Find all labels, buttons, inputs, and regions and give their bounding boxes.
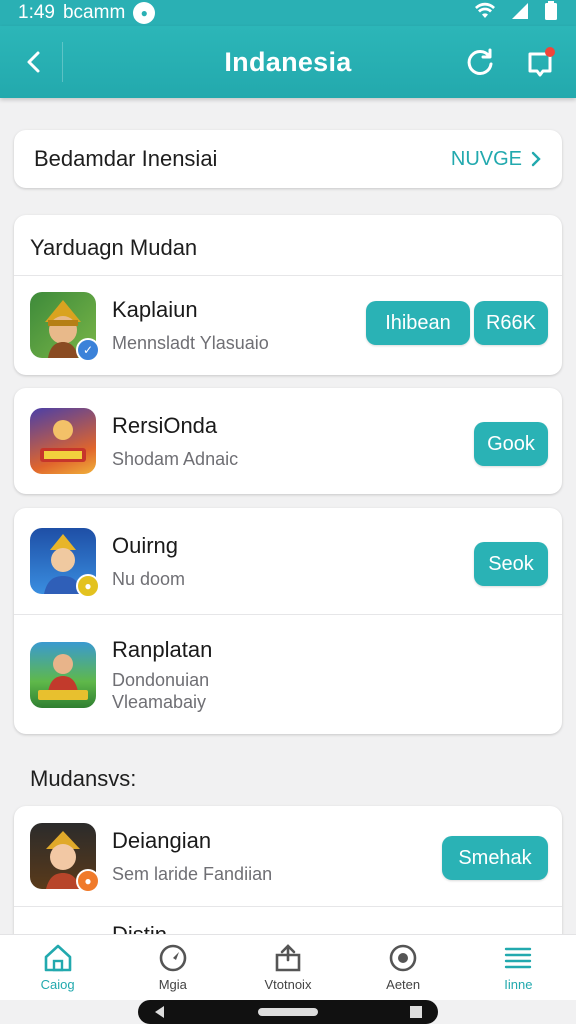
- refresh-icon[interactable]: [460, 42, 500, 82]
- system-nav-pill: [138, 1000, 438, 1024]
- game-thumbnail: ●: [30, 823, 100, 893]
- record-icon: [389, 944, 417, 972]
- banner-link[interactable]: NUVGE: [451, 148, 542, 171]
- system-recents-icon[interactable]: [408, 1004, 424, 1020]
- nav-item-explore[interactable]: Mgia: [123, 943, 223, 992]
- section-title-2: Mudansvs:: [30, 766, 137, 791]
- item-subtitle: Mennsladt Ylasuaio: [112, 332, 269, 353]
- nav-label: Mgia: [158, 977, 187, 992]
- item-name: Ouirng: [112, 532, 179, 558]
- app-bar: Indanesia: [0, 26, 576, 98]
- item-name: Distin: [112, 922, 167, 934]
- section-card-1: Yarduagn Mudan ✓ Kaplaiun Mennsladt Ylas…: [14, 215, 562, 375]
- item-name: Deiangian: [112, 827, 212, 853]
- app-bar-divider: [62, 42, 63, 82]
- system-home-handle[interactable]: [258, 1008, 318, 1016]
- status-bar: 1:49 bcamm ●: [0, 0, 576, 26]
- item-subtitle: Shodam Adnaic: [112, 448, 239, 469]
- upload-icon: [275, 944, 301, 972]
- game-thumbnail: [30, 408, 96, 474]
- list-item[interactable]: ✓ Kaplaiun Mennsladt Ylasuaio Ihibean R6…: [14, 275, 562, 375]
- status-carrier: bcamm: [62, 2, 126, 23]
- nav-item-menu[interactable]: Iinne: [468, 943, 568, 992]
- wifi-icon: [474, 2, 496, 25]
- list-item[interactable]: Distin: [14, 918, 562, 934]
- item-action-button[interactable]: Gook: [474, 422, 548, 466]
- list-item[interactable]: RersiOnda Shodam Adnaic Gook: [14, 391, 562, 491]
- region-banner[interactable]: Bedamdar Inensiai NUVGE: [14, 130, 562, 188]
- fighter-icon: [38, 654, 88, 700]
- game-thumbnail: ✓: [30, 292, 100, 362]
- list-card-2: RersiOnda Shodam Adnaic Gook: [14, 388, 562, 494]
- banner-text: Bedamdar Inensiai: [34, 146, 218, 171]
- status-time: 1:49: [18, 2, 55, 23]
- system-nav-bar: [0, 1000, 576, 1024]
- item-subtitle: Sem laride Fandiian: [112, 863, 273, 884]
- list-item[interactable]: Ranplatan Dondonuian Vleamabaiy: [14, 622, 562, 728]
- nav-label: Vtotnoix: [264, 977, 312, 992]
- nav-item-upload[interactable]: Vtotnoix: [238, 943, 338, 992]
- item-name: RersiOnda: [112, 412, 218, 438]
- badge-icon: ●: [76, 574, 100, 598]
- item-name: Ranplatan: [112, 637, 213, 662]
- item-action-button[interactable]: Smehak: [442, 836, 548, 880]
- item-secondary-button[interactable]: R66K: [474, 301, 548, 345]
- verified-badge-icon: ✓: [76, 338, 100, 362]
- content-scroll[interactable]: Bedamdar Inensiai NUVGE Yarduagn Mudan ✓…: [0, 98, 576, 934]
- signal-icon: [510, 2, 530, 25]
- compass-icon: [159, 944, 187, 972]
- item-subtitle: Nu doom: [112, 568, 186, 589]
- item-action-button[interactable]: Ihibean: [366, 301, 470, 345]
- back-arrow-icon[interactable]: [12, 40, 56, 84]
- nav-label: Aeten: [386, 977, 421, 992]
- banner-link-label: NUVGE: [450, 147, 522, 170]
- divider: [14, 906, 562, 907]
- list-item[interactable]: ● Deiangian Sem laride Fandiian Smehak: [14, 806, 562, 906]
- menu-icon: [505, 947, 532, 969]
- status-app-badge-icon: ●: [133, 2, 156, 24]
- section-card-2: ● Deiangian Sem laride Fandiian Smehak D…: [14, 806, 562, 934]
- item-action-button[interactable]: Seok: [474, 542, 548, 586]
- nav-item-home[interactable]: Caiog: [8, 943, 108, 992]
- item-subtitle-line-2: Vleamabaiy: [112, 692, 207, 712]
- nav-item-record[interactable]: Aeten: [353, 943, 453, 992]
- chevron-right-icon: [531, 151, 541, 167]
- divider: [14, 614, 562, 615]
- page-title: Indanesia: [224, 46, 352, 77]
- home-icon: [44, 944, 71, 972]
- bottom-nav: Caiog Mgia Vtotnoix Aeten Iinne: [0, 934, 576, 1000]
- game-thumbnail: [30, 642, 96, 708]
- item-subtitle-line-1: Dondonuian: [112, 670, 210, 690]
- nav-label: Caiog: [40, 977, 75, 992]
- festival-icon: [40, 420, 86, 462]
- list-card-3: ● Ouirng Nu doom Seok Ranplatan Dondonui…: [14, 508, 562, 734]
- badge-icon: ●: [76, 869, 100, 893]
- system-back-icon[interactable]: [152, 1004, 168, 1020]
- nav-label: Iinne: [504, 977, 533, 992]
- section-title-1: Yarduagn Mudan: [30, 235, 198, 260]
- list-item[interactable]: ● Ouirng Nu doom Seok: [14, 511, 562, 611]
- game-thumbnail: ●: [30, 528, 100, 598]
- notification-icon[interactable]: [520, 42, 560, 82]
- item-name: Kaplaiun: [112, 296, 198, 322]
- battery-icon: [544, 0, 558, 26]
